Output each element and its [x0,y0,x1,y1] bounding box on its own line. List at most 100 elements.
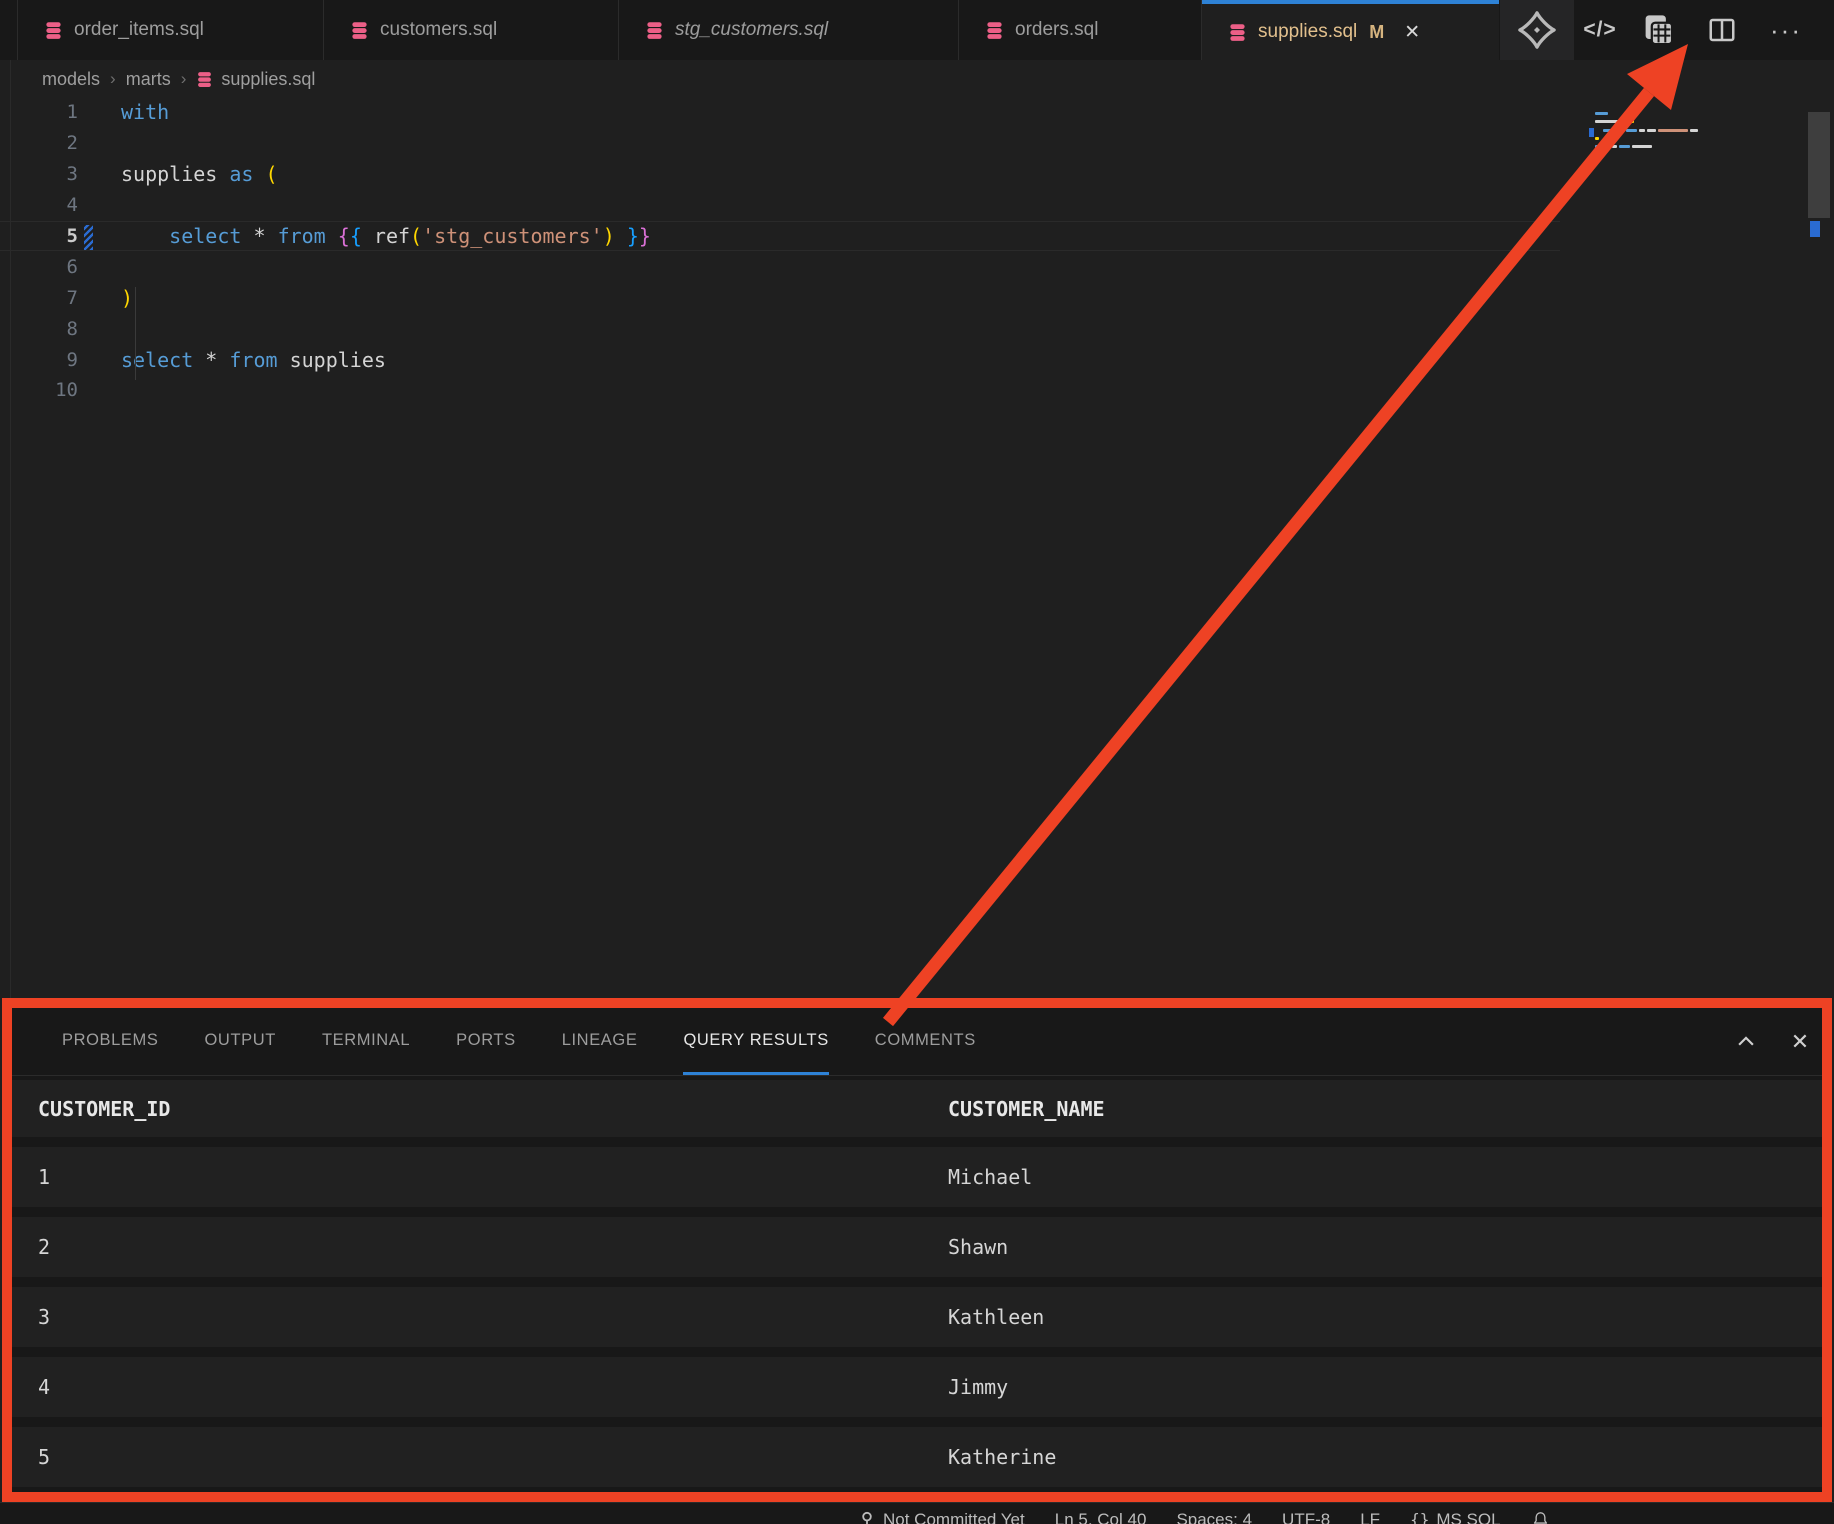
cell-customer-name: Michael [948,1147,1032,1207]
minimap-token [1639,129,1645,132]
code-token: with [121,100,169,124]
tab-close-icon[interactable]: ✕ [1400,19,1424,46]
status-source-control[interactable]: Not Committed Yet [858,1510,1025,1524]
panel-collapse-chevron-icon[interactable] [1726,1008,1766,1076]
code-token: } [627,224,639,248]
code-line-9[interactable]: 9select * from supplies [0,344,1560,375]
panel-tab-query-results[interactable]: QUERY RESULTS [683,1008,828,1075]
scrollbar-slider[interactable] [1808,112,1830,218]
minimap-token [1621,120,1628,123]
compiled-code-icon[interactable]: </> [1576,0,1624,60]
code-token: as [229,162,253,186]
code-editor[interactable]: 1with 2 3supplies as ( 4 5 select * from {{ … [0,97,1834,998]
tab-customers-sql[interactable]: customers.sql [324,0,619,60]
code-line-2[interactable]: 2 [0,128,1560,159]
code-token: { [350,224,362,248]
code-token [241,224,253,248]
code-token [326,224,338,248]
panel-tab-terminal[interactable]: TERMINAL [322,1008,410,1075]
code-lines: 1with 2 3supplies as ( 4 5 select * from {{ … [0,97,1560,406]
panel-tab-comments[interactable]: COMMENTS [875,1008,976,1075]
status-language-label: MS SQL [1436,1510,1500,1524]
code-line-6[interactable]: 6 [0,251,1560,282]
breadcrumb-item-models[interactable]: models [42,69,100,90]
code-line-1[interactable]: 1with [0,97,1560,128]
panel-tab-problems[interactable]: PROBLEMS [62,1008,159,1075]
status-indentation[interactable]: Spaces: 4 [1176,1510,1252,1524]
column-header-customer-name[interactable]: CUSTOMER_NAME [948,1080,1105,1137]
chevron-right-icon: › [110,69,116,89]
tab-order-items-sql[interactable]: order_items.sql [18,0,324,60]
minimap-modified-marker [1589,128,1594,137]
breadcrumb-item-file[interactable]: supplies.sql [196,69,315,90]
code-token: ( [410,224,422,248]
cell-customer-name: Kathleen [948,1287,1044,1347]
breadcrumb-item-marts[interactable]: marts [126,69,171,90]
line-number: 9 [0,349,78,371]
cell-customer-id: 3 [38,1287,50,1347]
minimap-line [1595,120,1634,123]
status-encoding[interactable]: UTF-8 [1282,1510,1330,1524]
tab-label: orders.sql [1015,19,1098,41]
status-eol[interactable]: LF [1360,1510,1380,1524]
code-token: ) [121,286,133,310]
code-line-5[interactable]: 5 select * from {{ ref('stg_customers') … [0,221,1560,252]
minimap-token [1603,129,1618,132]
code-token: { [338,224,350,248]
indent-guide [135,287,136,380]
status-cursor-position[interactable]: Ln 5, Col 40 [1055,1510,1147,1524]
dbt-power-user-icon[interactable] [1500,0,1574,60]
tab-stg-customers-sql[interactable]: stg_customers.sql [619,0,959,60]
tab-supplies-sql[interactable]: supplies.sql M ✕ [1202,0,1499,60]
panel-tab-bar: PROBLEMS OUTPUT TERMINAL PORTS LINEAGE Q… [12,1008,1822,1076]
code-token: ) [603,224,615,248]
minimap-token [1647,129,1656,132]
table-row[interactable]: 2Shawn [12,1217,1822,1277]
panel-tab-ports[interactable]: PORTS [456,1008,516,1075]
tab-orders-sql[interactable]: orders.sql [959,0,1202,60]
code-text: select * from {{ ref('stg_customers') }} [78,224,651,248]
more-actions-icon[interactable]: ··· [1758,0,1814,60]
code-line-4[interactable]: 4 [0,190,1560,221]
table-row[interactable]: 3 Kathleen [12,1287,1822,1347]
notifications-bell-icon[interactable] [1531,1510,1550,1524]
line-number: 4 [0,194,78,216]
line-number: 8 [0,318,78,340]
split-editor-icon[interactable] [1694,0,1750,60]
line-number: 5 [0,225,78,247]
line-number: 2 [0,132,78,154]
code-token: * [205,348,217,372]
code-line-10[interactable]: 10 [0,375,1560,406]
minimap-token [1620,129,1624,132]
panel-close-icon[interactable]: ✕ [1780,1008,1820,1076]
table-row[interactable]: 5Katherine [12,1427,1822,1487]
minimap-token [1612,145,1617,148]
tab-label: supplies.sql [1258,21,1357,43]
query-results-table-icon[interactable] [1630,0,1686,60]
code-token: select [121,348,193,372]
code-token [217,348,229,372]
column-header-customer-id[interactable]: CUSTOMER_ID [38,1080,170,1137]
tab-bar-left-spacer [0,0,18,60]
status-language-mode[interactable]: {} MS SQL [1410,1510,1501,1524]
minimap-token [1632,145,1652,148]
tab-label: order_items.sql [74,19,204,41]
panel-tab-output[interactable]: OUTPUT [205,1008,276,1075]
code-line-3[interactable]: 3supplies as ( [0,159,1560,190]
tab-label: customers.sql [380,19,497,41]
panel-tab-lineage[interactable]: LINEAGE [562,1008,638,1075]
code-token [193,348,205,372]
table-row[interactable]: 1Michael [12,1147,1822,1207]
table-row[interactable]: 4Jimmy [12,1357,1822,1417]
minimap-token [1690,129,1698,132]
code-token [362,224,374,248]
breadcrumb-file-label: supplies.sql [221,69,315,90]
code-line-8[interactable]: 8 [0,313,1560,344]
code-line-7[interactable]: 7) [0,282,1560,313]
minimap-token [1626,129,1637,132]
minimap[interactable] [1589,112,1699,157]
code-text: ) [78,286,133,310]
minimap-line [1595,137,1599,140]
minimap-line [1595,112,1608,115]
database-icon [1228,23,1247,42]
